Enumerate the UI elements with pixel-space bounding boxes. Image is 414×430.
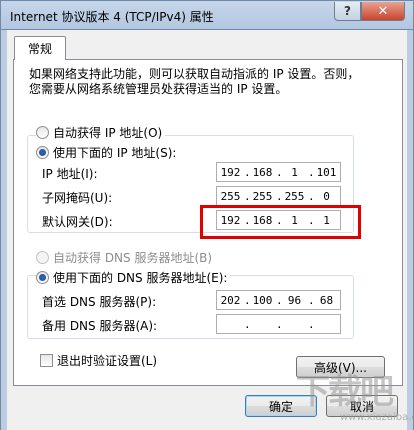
mask-octet-3: 255 <box>284 189 305 203</box>
window-frame-right <box>407 30 414 430</box>
validate-settings-option[interactable]: 退出时验证设置(L) <box>40 352 157 369</box>
subnet-mask-input[interactable]: 255. 255. 255. 0 <box>216 186 341 206</box>
ip-octet-3: 1 <box>291 165 298 179</box>
window-frame-left <box>0 30 7 430</box>
manual-ip-radio[interactable] <box>36 146 49 159</box>
pdns-octet-3: 96 <box>287 293 302 307</box>
close-button[interactable]: ✕ <box>361 2 405 21</box>
description-line-1: 如果网络支持此功能，则可以获取自动指派的 IP 设置。否则， <box>29 67 360 81</box>
validate-settings-checkbox[interactable] <box>40 354 53 367</box>
manual-dns-option[interactable]: 使用下面的 DNS 服务器地址(E): <box>36 269 231 286</box>
help-icon: ? <box>344 4 351 18</box>
auto-ip-option[interactable]: 自动获得 IP 地址(O) <box>36 124 166 141</box>
ip-octet-1: 192 <box>220 165 241 179</box>
auto-dns-option[interactable]: 自动获得 DNS 服务器地址(B) <box>36 249 216 266</box>
validate-settings-label: 退出时验证设置(L) <box>57 354 158 368</box>
watermark-url: www.xiazaiba.com <box>340 412 414 423</box>
ip-octet-4: 101 <box>316 165 337 179</box>
pdns-octet-1: 202 <box>220 293 241 307</box>
pdns-octet-2: 100 <box>252 293 273 307</box>
alternate-dns-input[interactable]: . . . <box>216 314 341 334</box>
auto-dns-radio[interactable] <box>36 251 49 264</box>
description-line-2: 您需要从网络系统管理员处获得适当的 IP 设置。 <box>29 82 288 96</box>
mask-octet-1: 255 <box>220 189 241 203</box>
title-bar: Internet 协议版本 4 (TCP/IPv4) 属性 ? ✕ <box>0 0 414 30</box>
preferred-dns-input[interactable]: 202. 100. 96. 68 <box>216 290 341 310</box>
alternate-dns-label: 备用 DNS 服务器(A): <box>42 319 158 333</box>
tab-general[interactable]: 常规 <box>14 36 66 60</box>
ok-button-label: 确定 <box>268 399 293 414</box>
subnet-mask-label: 子网掩码(U): <box>42 191 113 205</box>
auto-ip-radio[interactable] <box>36 126 49 139</box>
preferred-dns-label: 首选 DNS 服务器(P): <box>42 295 157 309</box>
tab-general-label: 常规 <box>27 42 52 56</box>
close-icon: ✕ <box>377 3 389 19</box>
auto-ip-label: 自动获得 IP 地址(O) <box>53 126 163 140</box>
default-gateway-label: 默认网关(D): <box>42 215 113 229</box>
ip-octet-2: 168 <box>252 165 273 179</box>
description-text: 如果网络支持此功能，则可以获取自动指派的 IP 设置。否则， 您需要从网络系统管… <box>29 67 379 97</box>
ip-address-label: IP 地址(I): <box>42 167 98 181</box>
manual-dns-label: 使用下面的 DNS 服务器地址(E): <box>53 271 228 285</box>
auto-dns-label: 自动获得 DNS 服务器地址(B) <box>53 251 213 265</box>
help-button[interactable]: ? <box>334 2 361 21</box>
window-title: Internet 协议版本 4 (TCP/IPv4) 属性 <box>10 10 214 24</box>
ip-address-input[interactable]: 192. 168. 1. 101 <box>216 162 341 182</box>
mask-octet-4: 0 <box>323 189 330 203</box>
mask-octet-2: 255 <box>252 189 273 203</box>
manual-ip-option[interactable]: 使用下面的 IP 地址(S): <box>36 144 180 161</box>
gateway-highlight-box <box>200 205 361 239</box>
manual-ip-label: 使用下面的 IP 地址(S): <box>53 146 177 160</box>
manual-dns-radio[interactable] <box>36 271 49 284</box>
pdns-octet-4: 68 <box>319 293 334 307</box>
